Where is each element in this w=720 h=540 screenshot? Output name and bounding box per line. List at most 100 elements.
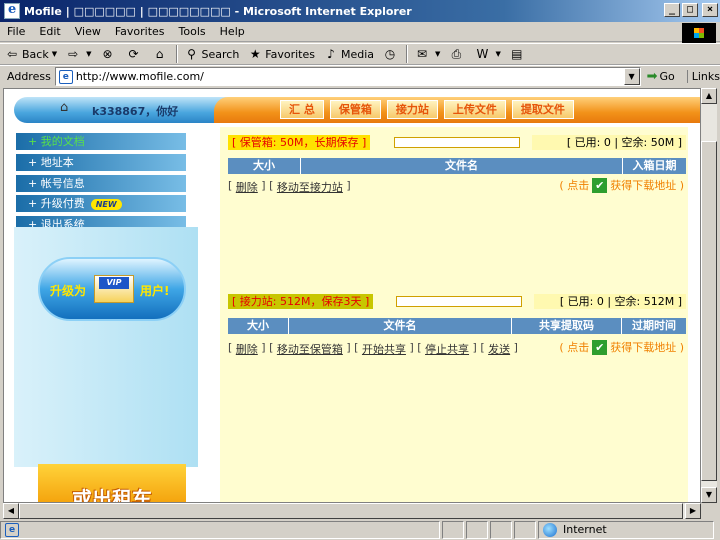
menu-file[interactable]: File bbox=[0, 25, 32, 38]
scroll-down-button[interactable]: ▼ bbox=[701, 487, 717, 503]
site-tabs: 汇 总 保管箱 接力站 上传文件 提取文件 bbox=[280, 100, 574, 119]
vip-card-label: VIP bbox=[99, 277, 129, 289]
favorites-icon: ★ bbox=[249, 47, 261, 61]
history-button[interactable]: ◷ bbox=[378, 44, 404, 64]
delete-link[interactable]: 删除 bbox=[236, 341, 258, 357]
scroll-left-button[interactable]: ◀ bbox=[3, 503, 19, 519]
horizontal-scrollbar[interactable]: ◀ ▶ bbox=[3, 503, 701, 519]
maximize-button[interactable]: □ bbox=[682, 3, 698, 17]
forward-dropdown-icon[interactable]: ▼ bbox=[86, 50, 91, 58]
download-link-label: 获得下载地址 ) bbox=[610, 179, 684, 192]
status-pane bbox=[490, 520, 512, 539]
search-label: Search bbox=[201, 47, 240, 61]
site-header: ⌂ k338867，你好 汇 总 保管箱 接力站 上传文件 提取文件 bbox=[4, 89, 700, 127]
back-label: Back bbox=[22, 47, 49, 61]
relay-download-link[interactable]: ( 点击 ✔ 获得下载地址 ) bbox=[559, 339, 684, 355]
home-icon: ⌂ bbox=[155, 47, 164, 61]
media-label: Media bbox=[341, 47, 375, 61]
address-dropdown-icon[interactable]: ▼ bbox=[623, 68, 640, 85]
address-bar: Address e http://www.mofile.com/ ▼ ➡ Go … bbox=[0, 65, 720, 87]
delete-link[interactable]: 删除 bbox=[236, 179, 258, 195]
download-prefix: ( 点击 bbox=[559, 341, 590, 354]
upgrade-vip-banner[interactable]: 升级为 VIP 用户! bbox=[38, 257, 186, 321]
edit-dropdown-icon[interactable]: ▼ bbox=[495, 50, 500, 58]
document-icon: ▤ bbox=[511, 47, 523, 61]
tab-retrieve[interactable]: 提取文件 bbox=[511, 100, 574, 119]
safebox-download-link[interactable]: ( 点击 ✔ 获得下载地址 ) bbox=[559, 177, 684, 193]
zone-label: Internet bbox=[563, 523, 607, 536]
relay-progress-bar bbox=[396, 296, 522, 307]
sidebar: + 我的文档 + 地址本 + 帐号信息 + 升级付费 NEW + 退出系统 升级为… bbox=[14, 127, 210, 503]
scroll-up-button[interactable]: ▲ bbox=[701, 88, 717, 104]
menu-help[interactable]: Help bbox=[213, 25, 252, 38]
relay-table-header: 大小 文件名 共享提取码 过期时间 bbox=[228, 318, 686, 334]
tab-safebox[interactable]: 保管箱 bbox=[329, 100, 381, 119]
toolbar: ⇦ Back ▼ ⇨ ▼ ⊗ ⟳ ⌂ ⚲ Search ★ Favorites … bbox=[0, 43, 720, 65]
download-check-icon: ✔ bbox=[592, 339, 608, 355]
go-label: Go bbox=[659, 70, 675, 83]
forward-button[interactable]: ⇨ ▼ bbox=[61, 44, 95, 64]
back-dropdown-icon[interactable]: ▼ bbox=[52, 50, 57, 58]
sidebar-item-account-info[interactable]: + 帐号信息 bbox=[16, 175, 186, 192]
minimize-button[interactable]: _ bbox=[664, 3, 680, 17]
toolbar-separator bbox=[175, 45, 178, 63]
close-button[interactable]: × bbox=[702, 3, 718, 17]
tab-upload[interactable]: 上传文件 bbox=[443, 100, 506, 119]
sidebar-item-my-documents[interactable]: + 我的文档 bbox=[16, 133, 186, 150]
send-link[interactable]: 发送 bbox=[488, 341, 510, 357]
mail-button[interactable]: ✉ ▼ bbox=[410, 44, 444, 64]
media-button[interactable]: ♪ Media bbox=[319, 44, 378, 64]
sidebar-item-upgrade[interactable]: + 升级付费 NEW bbox=[16, 195, 186, 212]
menu-tools[interactable]: Tools bbox=[172, 25, 213, 38]
vertical-scroll-thumb[interactable] bbox=[701, 141, 717, 481]
stop-icon: ⊗ bbox=[102, 47, 113, 61]
mail-dropdown-icon[interactable]: ▼ bbox=[435, 50, 440, 58]
search-button[interactable]: ⚲ Search bbox=[180, 44, 244, 64]
menu-edit[interactable]: Edit bbox=[32, 25, 67, 38]
move-to-safebox-link[interactable]: 移动至保管箱 bbox=[277, 341, 343, 357]
go-button[interactable]: ➡ Go bbox=[647, 69, 675, 84]
stop-share-link[interactable]: 停止共享 bbox=[425, 341, 469, 357]
menu-favorites[interactable]: Favorites bbox=[108, 25, 172, 38]
scroll-right-button[interactable]: ▶ bbox=[685, 503, 701, 519]
page-icon: e bbox=[5, 522, 19, 537]
ad-banner[interactable]: 或出租车 bbox=[38, 464, 186, 503]
tab-summary[interactable]: 汇 总 bbox=[280, 100, 324, 119]
address-input[interactable]: e http://www.mofile.com/ ▼ bbox=[54, 67, 641, 86]
user-greeting: k338867，你好 bbox=[92, 105, 179, 118]
discuss-button[interactable]: ▤ bbox=[505, 44, 531, 64]
media-icon: ♪ bbox=[327, 47, 335, 61]
windows-logo-icon bbox=[682, 23, 716, 43]
vip-panel: 升级为 VIP 用户! bbox=[14, 227, 198, 467]
word-icon: W bbox=[476, 47, 489, 61]
search-icon: ⚲ bbox=[187, 47, 196, 61]
sidebar-item-address-book[interactable]: + 地址本 bbox=[16, 154, 186, 171]
menu-view[interactable]: View bbox=[68, 25, 108, 38]
safebox-actions: [ 删除 ] [ 移动至接力站 ] bbox=[228, 179, 351, 195]
relay-actions: [ 删除 ] [ 移动至保管箱 ] [ 开始共享 ] [ 停止共享 ] [ 发送… bbox=[228, 341, 518, 357]
window-controls: _ □ × bbox=[664, 3, 718, 17]
address-url[interactable]: http://www.mofile.com/ bbox=[76, 70, 204, 83]
move-to-relay-link[interactable]: 移动至接力站 bbox=[277, 179, 343, 195]
ad-text: 或出租车 bbox=[72, 487, 152, 503]
ie-icon bbox=[4, 2, 20, 19]
home-button[interactable]: ⌂ bbox=[148, 44, 174, 64]
vertical-scrollbar[interactable]: ▲ ▼ bbox=[701, 88, 717, 503]
relay-usage: [ 已用: 0 | 空余: 512M ] bbox=[534, 294, 686, 309]
relay-header: [ 接力站: 512M，保存3天 ] bbox=[228, 294, 374, 309]
tab-relay[interactable]: 接力站 bbox=[386, 100, 438, 119]
main-content: [ 保管箱: 50M，长期保存 ] [ 已用: 0 | 空余: 50M ] 大小… bbox=[220, 127, 688, 502]
back-button[interactable]: ⇦ Back ▼ bbox=[0, 44, 61, 64]
start-share-link[interactable]: 开始共享 bbox=[362, 341, 406, 357]
toolbar-separator bbox=[406, 45, 409, 63]
edit-button[interactable]: W ▼ bbox=[470, 44, 504, 64]
horizontal-scroll-thumb[interactable] bbox=[19, 503, 683, 519]
favorites-button[interactable]: ★ Favorites bbox=[243, 44, 319, 64]
vip-text-user: 用户! bbox=[140, 284, 170, 298]
links-button[interactable]: Links bbox=[686, 70, 720, 83]
home-icon[interactable]: ⌂ bbox=[60, 101, 74, 115]
stop-button[interactable]: ⊗ bbox=[96, 44, 122, 64]
refresh-button[interactable]: ⟳ bbox=[122, 44, 148, 64]
print-button[interactable]: ⎙ bbox=[444, 44, 470, 64]
column-filename: 文件名 bbox=[289, 318, 512, 334]
